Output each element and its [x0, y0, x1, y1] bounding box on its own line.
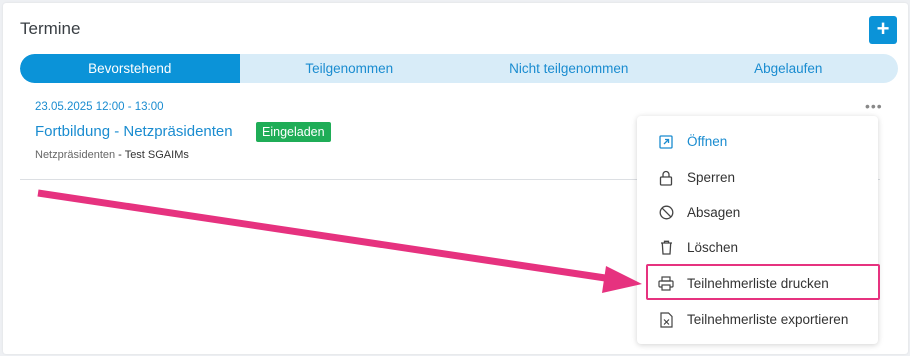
- annotation-arrow: [37, 189, 642, 293]
